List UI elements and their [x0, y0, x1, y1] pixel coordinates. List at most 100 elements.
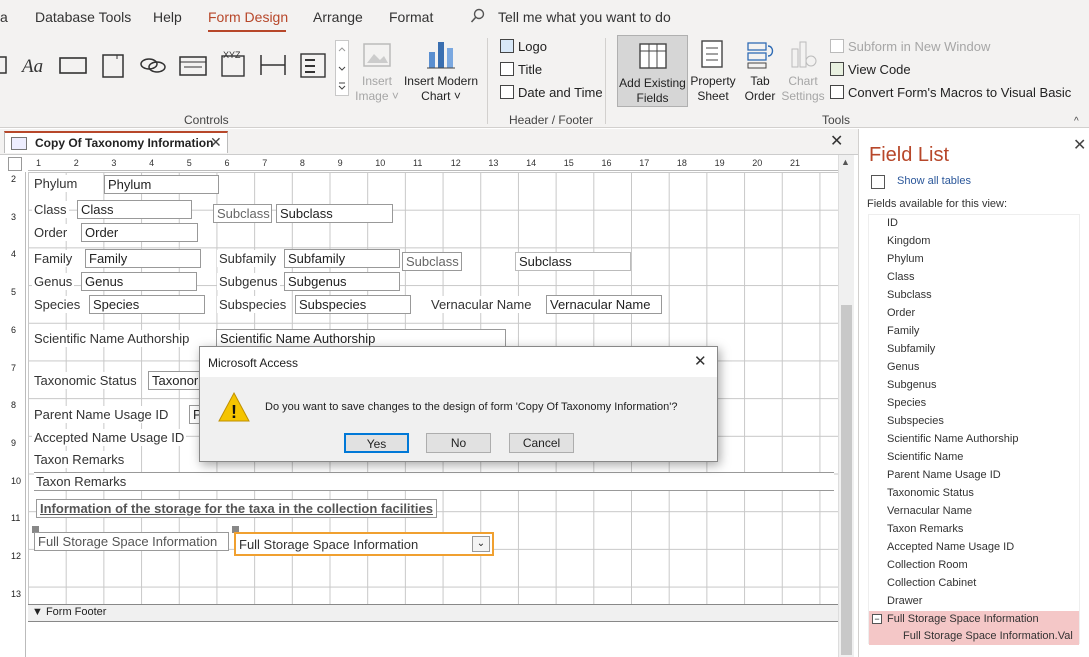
menu-arrange[interactable]: Arrange [313, 9, 363, 25]
order-label[interactable]: Order [32, 224, 70, 241]
option-group-icon[interactable] [258, 50, 288, 80]
yes-button[interactable]: Yes [344, 433, 409, 453]
phylum-label[interactable]: Phylum [32, 175, 80, 192]
show-all-tables-link[interactable]: Show all tables [897, 175, 971, 187]
scroll-up-icon[interactable]: ▲ [841, 157, 850, 167]
parent-name-label[interactable]: Parent Name Usage ID [32, 406, 171, 423]
field-item[interactable]: ID [887, 217, 898, 229]
field-item[interactable]: Scientific Name [887, 451, 963, 463]
storage-label[interactable]: Full Storage Space Information [34, 532, 229, 551]
title-button[interactable]: Title [500, 62, 542, 77]
button-control-icon[interactable] [58, 50, 88, 80]
field-item[interactable]: Subspecies [887, 415, 944, 427]
subspecies-label[interactable]: Subspecies [217, 296, 289, 313]
document-tab[interactable]: Copy Of Taxonomy Information ✕ [4, 131, 228, 153]
vernacular-name-label[interactable]: Vernacular Name [429, 296, 534, 313]
field-item-expanded[interactable]: Full Storage Space Information [887, 613, 1039, 625]
subclass-label[interactable]: Subclass [213, 204, 272, 223]
menu-help[interactable]: Help [153, 9, 182, 25]
subgenus-label[interactable]: Subgenus [217, 273, 280, 290]
field-item[interactable]: Genus [887, 361, 919, 373]
field-item[interactable]: Kingdom [887, 235, 930, 247]
no-button[interactable]: No [426, 433, 491, 453]
tab-order-button[interactable]: Tab Order [740, 74, 780, 104]
menu-database-tools[interactable]: Database Tools [35, 9, 131, 25]
subclass2-textbox[interactable]: Subclass [515, 252, 631, 271]
chart-settings-button[interactable]: Chart Settings [778, 74, 828, 104]
expanded-field-group[interactable]: − Full Storage Space Information Full Stor… [869, 611, 1079, 645]
logo-button[interactable]: Logo [500, 39, 547, 54]
subspecies-textbox[interactable]: Subspecies [295, 295, 411, 314]
taxon-remarks-label[interactable]: Taxon Remarks [32, 451, 127, 468]
field-item[interactable]: Order [887, 307, 915, 319]
menu-item-truncated[interactable]: a [0, 9, 8, 25]
vernacular-name-textbox[interactable]: Vernacular Name [546, 295, 662, 314]
taxonomic-status-textbox[interactable]: Taxonor [148, 371, 202, 390]
taxonomic-status-label[interactable]: Taxonomic Status [32, 372, 139, 389]
genus-label[interactable]: Genus [32, 273, 75, 290]
menu-form-design[interactable]: Form Design [208, 9, 288, 25]
cancel-button[interactable]: Cancel [509, 433, 574, 453]
subgenus-textbox[interactable]: Subgenus [284, 272, 400, 291]
taxon-remarks-textbox[interactable]: Taxon Remarks [34, 472, 834, 491]
phylum-textbox[interactable]: Phylum [104, 175, 219, 194]
close-tab-icon[interactable]: ✕ [210, 134, 222, 151]
field-item[interactable]: Vernacular Name [887, 505, 972, 517]
scroll-thumb[interactable] [841, 305, 852, 655]
field-item[interactable]: Subfamily [887, 343, 935, 355]
field-item[interactable]: Drawer [887, 595, 922, 607]
combo-dropdown-icon[interactable]: ⌄ [472, 536, 490, 552]
insert-modern-chart-button[interactable]: Insert Modern Chart ˅ [400, 74, 482, 104]
species-label[interactable]: Species [32, 296, 83, 313]
sub-field-item[interactable]: Full Storage Space Information.Val [903, 630, 1073, 642]
hyperlink-control-icon[interactable] [138, 50, 168, 80]
subclass2-label[interactable]: Subclass [402, 252, 462, 271]
close-pane-icon[interactable]: ✕ [1073, 135, 1086, 155]
class-textbox[interactable]: Class [77, 200, 192, 219]
vertical-scrollbar[interactable]: ▲ [838, 155, 854, 657]
convert-macros-button[interactable]: Convert Form's Macros to Visual Basic [830, 85, 1071, 100]
add-existing-fields-button[interactable]: Add Existing Fields [617, 35, 688, 107]
label-control-icon[interactable]: Aa [20, 50, 50, 80]
field-item[interactable]: Collection Room [887, 559, 968, 571]
field-item[interactable]: Taxonomic Status [887, 487, 974, 499]
navigation-control-icon[interactable]: XYZ [218, 50, 248, 80]
field-item[interactable]: Class [887, 271, 915, 283]
field-item[interactable]: Taxon Remarks [887, 523, 963, 535]
class-label[interactable]: Class [32, 201, 69, 218]
tell-me-input[interactable]: Tell me what you want to do [498, 9, 671, 25]
family-label[interactable]: Family [32, 250, 75, 267]
subfamily-textbox[interactable]: Subfamily [284, 249, 400, 268]
insert-image-button[interactable]: Insert Image ˅ [352, 74, 402, 104]
web-browser-control-icon[interactable] [178, 50, 208, 80]
view-code-button[interactable]: View Code [830, 62, 911, 77]
date-time-button[interactable]: Date and Time [500, 85, 603, 100]
property-sheet-button[interactable]: Property Sheet [688, 74, 738, 104]
menu-format[interactable]: Format [389, 9, 433, 25]
collapse-icon[interactable]: − [872, 614, 882, 624]
collapse-ribbon-icon[interactable]: ^ [1074, 116, 1079, 127]
gallery-scroll[interactable] [335, 40, 349, 96]
storage-heading-label[interactable]: Information of the storage for the taxa … [36, 499, 437, 518]
subform-new-window-button[interactable]: Subform in New Window [830, 39, 990, 54]
close-document-icon[interactable]: ✕ [830, 131, 843, 151]
form-footer-bar[interactable]: ▼ Form Footer [28, 604, 838, 622]
subclass-textbox[interactable]: Subclass [276, 204, 393, 223]
field-item[interactable]: Accepted Name Usage ID [887, 541, 1014, 553]
insert-page-break-icon[interactable] [298, 50, 328, 80]
tab-control-icon[interactable] [98, 50, 128, 80]
dialog-close-icon[interactable]: ✕ [694, 352, 707, 370]
species-textbox[interactable]: Species [89, 295, 205, 314]
order-textbox[interactable]: Order [81, 223, 198, 242]
family-textbox[interactable]: Family [85, 249, 201, 268]
genus-textbox[interactable]: Genus [81, 272, 197, 291]
accepted-name-label[interactable]: Accepted Name Usage ID [32, 429, 187, 446]
field-item[interactable]: Subgenus [887, 379, 937, 391]
storage-combobox[interactable]: Full Storage Space Information ⌄ [234, 532, 494, 556]
subfamily-label[interactable]: Subfamily [217, 250, 279, 267]
field-item[interactable]: Parent Name Usage ID [887, 469, 1001, 481]
field-item[interactable]: Scientific Name Authorship [887, 433, 1018, 445]
sci-authorship-label[interactable]: Scientific Name Authorship [32, 330, 192, 347]
form-selector[interactable] [8, 157, 22, 171]
field-item[interactable]: Phylum [887, 253, 924, 265]
